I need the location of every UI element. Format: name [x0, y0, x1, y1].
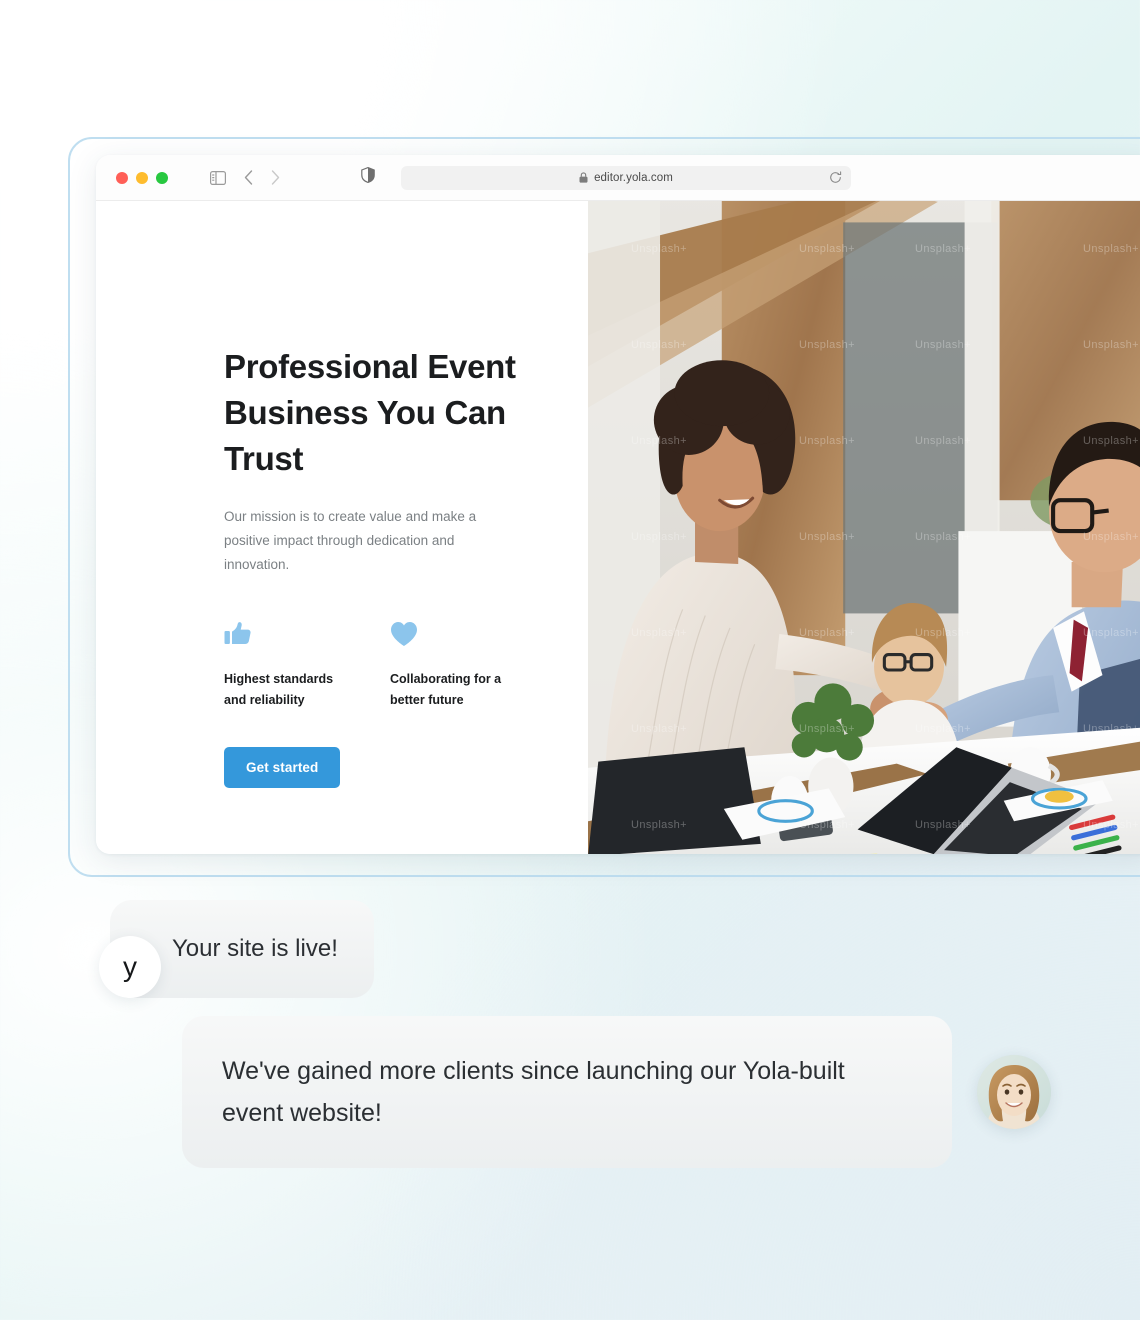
sidebar-toggle-icon[interactable] [210, 170, 226, 185]
address-bar-area: editor.yola.com [361, 165, 851, 190]
get-started-button[interactable]: Get started [224, 747, 341, 788]
forward-chevron-icon[interactable] [271, 170, 280, 185]
avatar-portrait [977, 1055, 1051, 1129]
thumbs-up-icon [224, 621, 354, 649]
browser-chrome-toolbar: editor.yola.com [96, 155, 1140, 201]
feature-item: Collaborating for a better future [390, 621, 520, 711]
window-traffic-lights[interactable] [116, 171, 168, 184]
office-handshake-illustration [588, 201, 1140, 854]
lock-icon [579, 172, 588, 183]
chat-message-row: We've gained more clients since launchin… [0, 1016, 1140, 1168]
browser-window: editor.yola.com Professional Event Busin… [96, 155, 1140, 854]
yola-logo-avatar: y [99, 936, 161, 998]
chat-bubble-testimonial: We've gained more clients since launchin… [182, 1016, 952, 1168]
website-preview: Professional Event Business You Can Trus… [96, 201, 1140, 854]
hero-photo: Unsplash+ Unsplash+ Unsplash+ Unsplash+ … [588, 201, 1140, 854]
testimonial-chat-section: y Your site is live! We've gained more c… [0, 900, 1140, 1168]
back-chevron-icon[interactable] [244, 170, 253, 185]
feature-title: Collaborating for a better future [390, 672, 502, 707]
heart-icon [390, 621, 520, 649]
feature-list: Highest standards and reliability Collab… [224, 621, 524, 711]
chat-message-row: y Your site is live! [0, 900, 1140, 998]
minimize-window-button[interactable] [136, 171, 148, 184]
url-text: editor.yola.com [594, 171, 673, 184]
reload-icon[interactable] [829, 171, 842, 184]
user-avatar [977, 1055, 1051, 1129]
page-title: Professional Event Business You Can Trus… [224, 348, 516, 477]
url-input[interactable]: editor.yola.com [401, 165, 851, 190]
feature-item: Highest standards and reliability [224, 621, 354, 711]
feature-title: Highest standards and reliability [224, 672, 334, 707]
maximize-window-button[interactable] [156, 171, 168, 184]
close-window-button[interactable] [116, 171, 128, 184]
hero-text-column: Professional Event Business You Can Trus… [96, 201, 588, 854]
shield-icon[interactable] [361, 166, 375, 188]
hero-subtext: Our mission is to create value and make … [224, 509, 477, 572]
